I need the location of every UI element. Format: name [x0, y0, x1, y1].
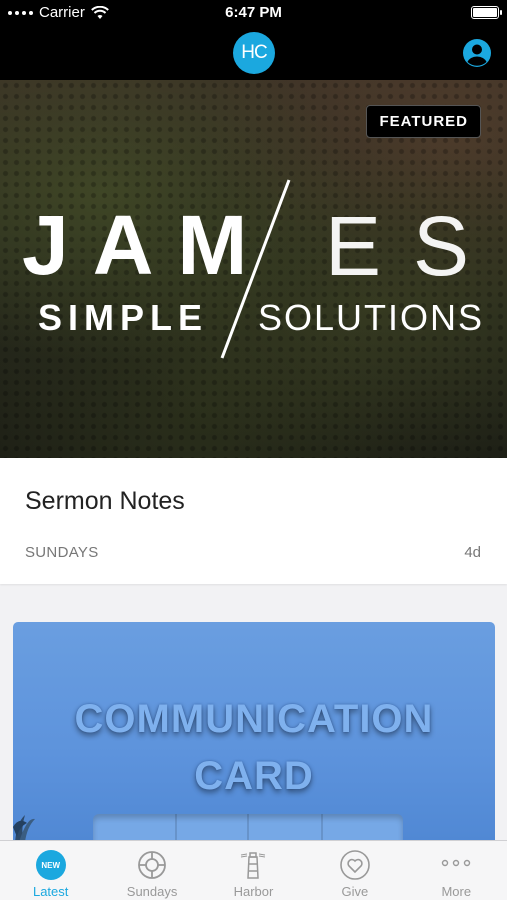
profile-icon[interactable] — [462, 38, 492, 68]
heart-icon — [340, 850, 370, 880]
sofa-seam — [247, 814, 249, 842]
lighthouse-icon — [241, 852, 266, 879]
tab-label: Latest — [32, 884, 69, 899]
sermon-category: SUNDAYS — [25, 544, 99, 561]
more-dots-icon — [442, 859, 471, 867]
comm-card-line2: CARD — [194, 754, 314, 798]
sofa-seam — [321, 814, 323, 842]
sermon-age: 4d — [464, 544, 481, 561]
communication-card[interactable]: COMMUNICATION CARD — [13, 622, 495, 842]
tab-label: Give — [341, 884, 369, 899]
nav-bar: HC — [0, 26, 507, 80]
tab-label: More — [441, 884, 472, 899]
church-logo[interactable]: HC — [233, 32, 275, 74]
status-time: 6:47 PM — [225, 4, 282, 21]
sermon-title: Sermon Notes — [25, 487, 185, 515]
status-bar: Carrier 6:47 PM — [0, 0, 507, 26]
lifebuoy-icon — [138, 851, 166, 879]
tab-bar: NEW Latest Sundays Harbor Give More — [0, 840, 507, 900]
tab-label: Sundays — [126, 884, 178, 899]
plant-image — [13, 815, 35, 842]
tab-label: Harbor — [233, 884, 274, 899]
tab-give[interactable]: Give — [304, 841, 405, 900]
tab-latest[interactable]: NEW Latest — [0, 841, 101, 900]
new-badge-icon: NEW — [35, 849, 67, 881]
featured-hero[interactable]: FEATURED JAM ES SIMPLE SOLUTIONS — [0, 80, 507, 458]
new-badge: NEW — [35, 850, 66, 880]
sermon-card[interactable]: Sermon Notes SUNDAYS 4d — [0, 458, 507, 584]
tab-sundays[interactable]: Sundays — [101, 841, 202, 900]
battery-icon — [471, 6, 502, 19]
tab-harbor[interactable]: Harbor — [203, 841, 304, 900]
comm-card-line1: COMMUNICATION — [74, 697, 434, 741]
hero-slash-divider — [220, 179, 291, 359]
sofa-seam — [175, 814, 177, 842]
tab-more[interactable]: More — [406, 841, 507, 900]
